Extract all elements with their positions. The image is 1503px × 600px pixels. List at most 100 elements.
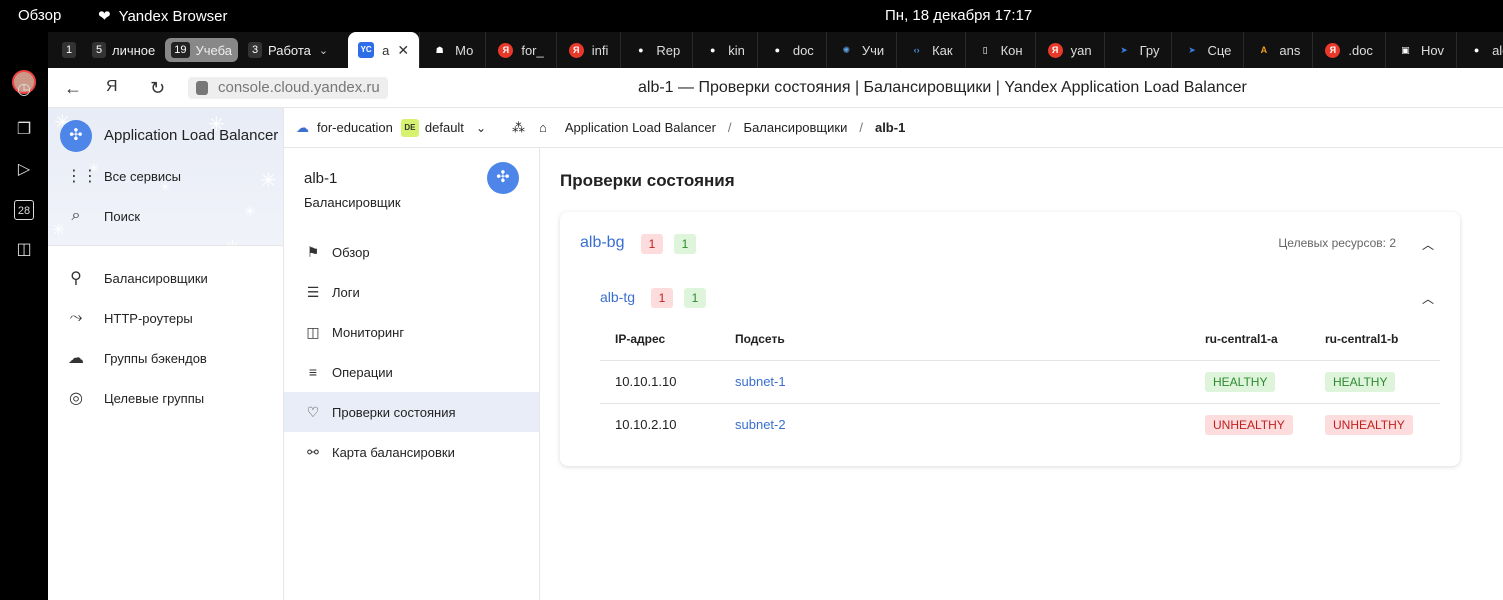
target-groups-icon: ◎ [69, 390, 83, 407]
yandex-icon: Я [1047, 42, 1063, 58]
home-icon[interactable]: ⌂ [539, 120, 547, 135]
active-tab[interactable]: YC a ✕ [348, 32, 420, 68]
collections-icon[interactable]: ❐ [14, 120, 34, 140]
doc-icon: ▯ [982, 44, 988, 55]
heart-pulse-icon: ♡ [306, 403, 320, 420]
ip-cell: 10.10.1.10 [615, 374, 677, 389]
search-link[interactable]: ⌕ Поиск [48, 196, 283, 236]
chevron-up-icon[interactable]: ︿ [1422, 236, 1434, 253]
active-app[interactable]: ❤ Yandex Browser [98, 7, 228, 26]
compass-icon: ➤ [1120, 44, 1128, 55]
yandex-icon: Я [498, 42, 514, 58]
tab-label: Hov [1420, 42, 1445, 58]
column-header: IP-адрес [615, 332, 666, 346]
clock[interactable]: Пн, 18 декабря 17:17 [885, 7, 1032, 24]
browser-tab[interactable]: Яfor_ [485, 32, 555, 68]
sidebar-item-target-groups[interactable]: ◎ Целевые группы [48, 378, 283, 418]
tab-label: Как [932, 42, 953, 58]
subnet-link[interactable]: subnet-1 [735, 374, 786, 389]
chevron-up-icon[interactable]: ︿ [1422, 290, 1434, 307]
url-field[interactable]: console.cloud.yandex.ru [188, 77, 388, 99]
table-divider [600, 403, 1440, 404]
tab-label: Кон [1000, 42, 1023, 58]
alb-logo-icon[interactable]: ✣ [60, 120, 92, 152]
nav-label: Проверки состояния [332, 404, 456, 420]
cloud-link[interactable]: for-education [317, 120, 393, 135]
back-icon[interactable]: ← [64, 78, 82, 99]
ip-cell: 10.10.2.10 [615, 417, 677, 432]
tab-logs[interactable]: ☰ Логи [284, 272, 539, 312]
sidebar-item-backend-groups[interactable]: ☁ Группы бэкендов [48, 338, 283, 378]
overview-button[interactable]: Обзор [18, 7, 61, 24]
grid-icon: ⋮⋮ [66, 168, 98, 185]
alb-logo-icon: ✣ [487, 162, 519, 194]
tab-group[interactable]: 3 Работа ⌄ [242, 38, 334, 62]
nav-label: Обзор [332, 244, 370, 260]
browser-tab[interactable]: ● kin [692, 32, 757, 68]
browser-tab[interactable]: ▣ Hov [1384, 32, 1456, 68]
browser-tab[interactable]: ☗ Мо [419, 32, 485, 68]
browser-tab[interactable]: Яinfi [555, 32, 621, 68]
service-title[interactable]: Application Load Balancer [104, 127, 278, 144]
browser-tab[interactable]: Яyan [1034, 32, 1104, 68]
chevron-down-icon[interactable]: ⌄ [319, 44, 328, 57]
subnet-link[interactable]: subnet-2 [735, 417, 786, 432]
backend-group-link[interactable]: alb-bg [580, 234, 624, 252]
github-icon: ● [1473, 44, 1480, 55]
folder-select[interactable]: default [425, 120, 464, 135]
column-header: Подсеть [735, 332, 785, 346]
tab-label: alex [1492, 42, 1503, 58]
browser-tab[interactable]: ● doc [756, 32, 826, 68]
network-icon[interactable]: ⁂ [512, 120, 525, 136]
breadcrumb-service[interactable]: Application Load Balancer [565, 120, 716, 135]
tab-balancing-map[interactable]: ⚯ Карта балансировки [284, 432, 539, 472]
router-icon: ⤳ [69, 309, 83, 326]
browser-tab[interactable]: ➤ Гру [1103, 32, 1172, 68]
browser-tab[interactable]: ‹› Как [896, 32, 965, 68]
flag-icon: ⚑ [306, 243, 320, 260]
sidebar-item-http-routers[interactable]: ⤳ HTTP-роутеры [48, 298, 283, 338]
browser-tab[interactable]: ● alex [1456, 32, 1503, 68]
close-icon[interactable]: ✕ [397, 42, 409, 59]
folder-badge: DE [400, 118, 419, 137]
lock-icon [196, 81, 208, 95]
browser-tab[interactable]: ➤ Сце [1171, 32, 1243, 68]
sidebar-item-label: Балансировщики [104, 270, 208, 286]
table-divider [600, 360, 1440, 361]
status-badge: HEALTHY [1205, 372, 1276, 392]
tab-monitoring[interactable]: ◫ Мониторинг [284, 312, 539, 352]
tab-group-count: 1 [62, 42, 76, 58]
tab-operations[interactable]: ≡ Операции [284, 352, 539, 392]
tab-group-count: 3 [248, 42, 263, 58]
tab-label: Сце [1207, 42, 1232, 58]
yandex-icon[interactable]: Я [106, 78, 118, 96]
browser-tab[interactable]: ● Rep [620, 32, 692, 68]
browser-tab[interactable]: Я .doc [1312, 32, 1385, 68]
reload-icon[interactable]: ↻ [150, 78, 165, 99]
screenshot-icon[interactable]: ◫ [14, 240, 34, 260]
tab-health-checks[interactable]: ♡ Проверки состояния [284, 392, 539, 432]
url-text: console.cloud.yandex.ru [218, 79, 380, 96]
tab-group[interactable]: 5 личное [86, 38, 161, 62]
tab-group[interactable]: 19 Учеба [165, 38, 239, 62]
calendar-icon[interactable]: 28 [14, 200, 34, 220]
sidebar-item-balancers[interactable]: ⚲ Балансировщики [48, 258, 283, 298]
all-services-link[interactable]: ⋮⋮ Все сервисы [48, 156, 283, 196]
nav-label: Карта балансировки [332, 444, 455, 460]
browser-tab[interactable]: Aans [1243, 32, 1312, 68]
history-icon[interactable]: ◷ [14, 80, 34, 100]
video-icon[interactable]: ▷ [14, 160, 34, 180]
tab-label: kin [728, 42, 745, 58]
github-icon: ● [638, 44, 644, 55]
tab-group[interactable]: 1 [56, 38, 82, 62]
compass-icon: ➤ [1188, 44, 1196, 55]
target-group-link[interactable]: alb-tg [600, 289, 635, 305]
address-bar: ← Я ↻ console.cloud.yandex.ru alb-1 — Пр… [48, 68, 1503, 108]
tab-overview[interactable]: ⚑ Обзор [284, 232, 539, 272]
browser-tab[interactable]: ▯ Кон [964, 32, 1035, 68]
github-icon: ● [774, 44, 781, 55]
breadcrumb-section[interactable]: Балансировщики [744, 120, 848, 135]
browser-tab[interactable]: ✺ Учи [825, 32, 896, 68]
nav-label: Операции [332, 364, 393, 380]
chevron-down-icon[interactable]: ⌄ [476, 121, 486, 135]
